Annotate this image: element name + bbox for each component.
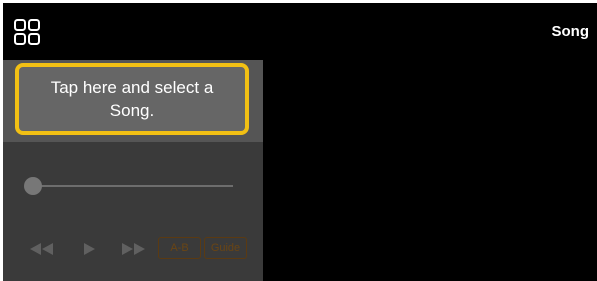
fast-forward-icon[interactable] <box>120 241 146 262</box>
song-position-slider[interactable] <box>33 185 233 187</box>
song-select-button[interactable]: Tap here and select a Song. <box>15 63 249 135</box>
song-panel: Tap here and select a Song. A-B Guide <box>3 60 263 281</box>
guide-button[interactable]: Guide <box>204 237 247 259</box>
ab-repeat-button[interactable]: A-B <box>158 237 201 259</box>
song-select-area: Tap here and select a Song. <box>3 60 263 142</box>
rewind-icon[interactable] <box>29 241 55 262</box>
app-screen: Song Tap here and select a Song. A-B Gui… <box>3 3 597 281</box>
playback-controls: A-B Guide <box>3 236 263 266</box>
song-select-prompt: Tap here and select a Song. <box>50 78 214 120</box>
play-icon[interactable] <box>81 241 97 262</box>
grid-menu-icon[interactable] <box>13 18 43 48</box>
page-title: Song <box>551 23 590 40</box>
slider-knob[interactable] <box>24 177 42 195</box>
